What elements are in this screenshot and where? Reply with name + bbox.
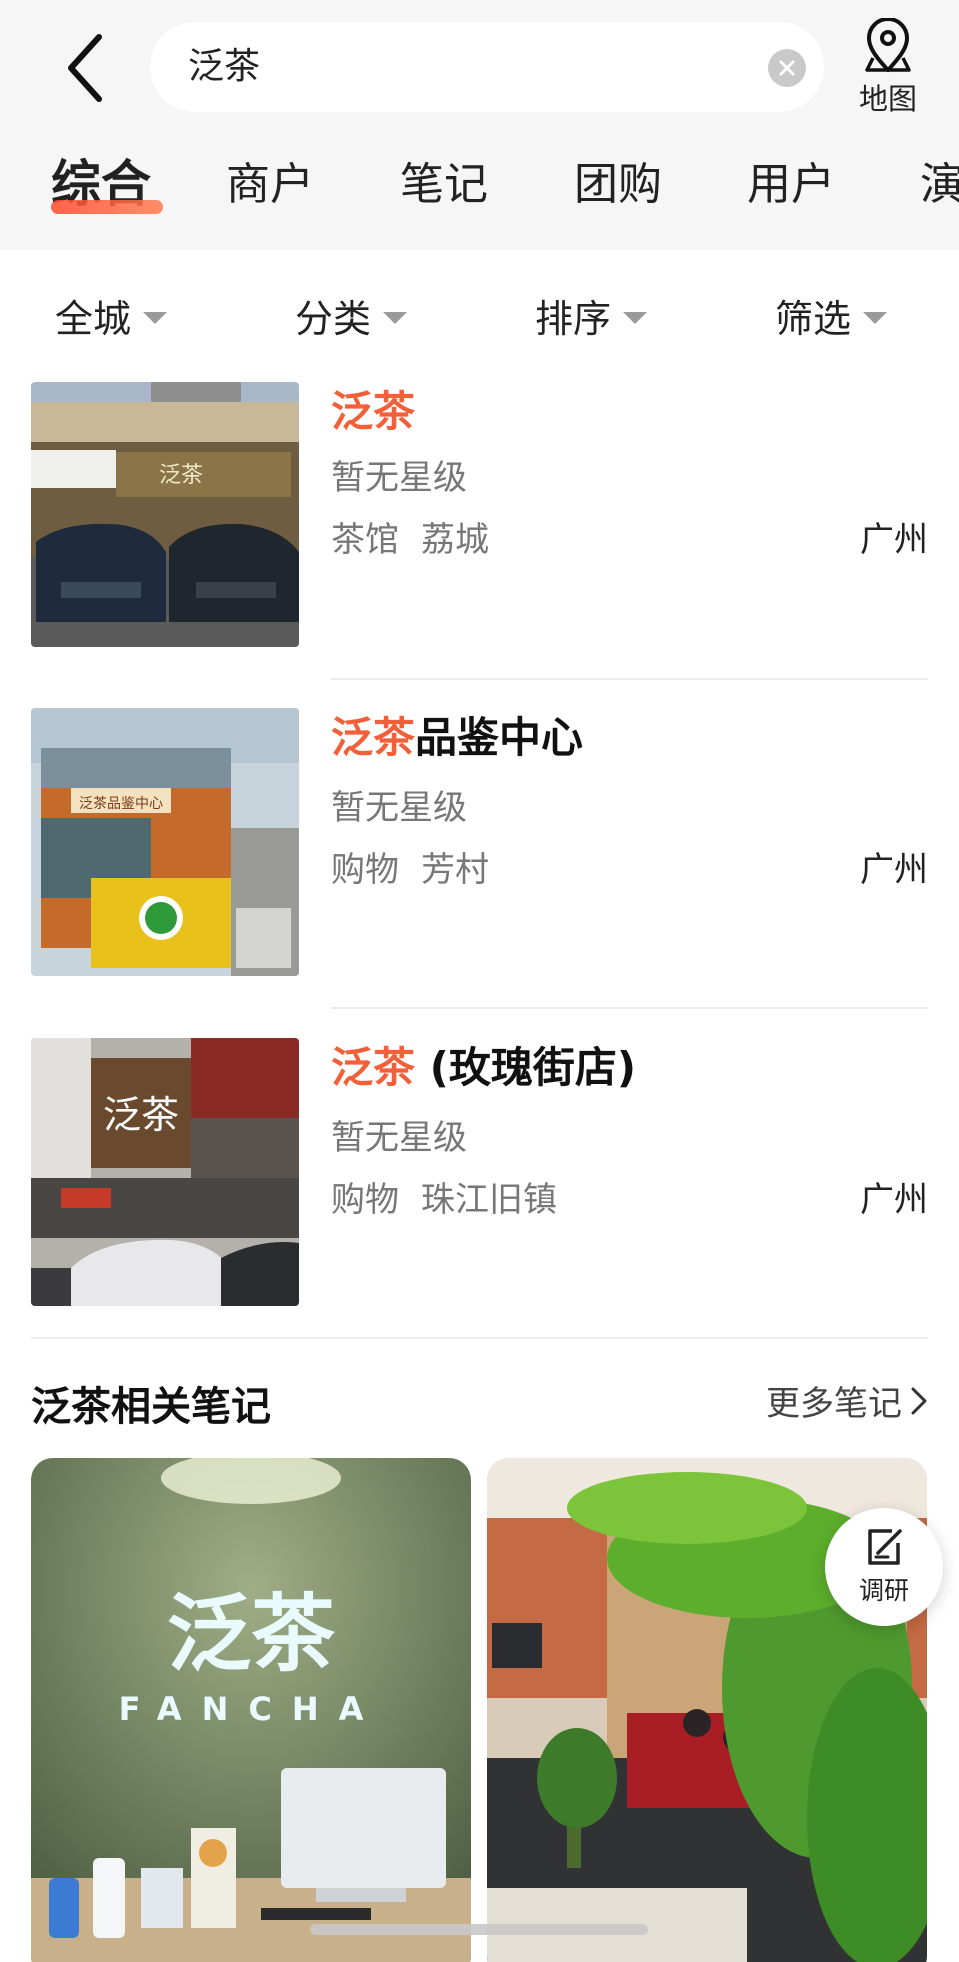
chevron-right-icon — [911, 1387, 927, 1414]
tab-users[interactable]: 用户 — [747, 148, 835, 212]
shop-area: 荔城 — [421, 520, 489, 560]
caret-down-icon — [863, 311, 888, 324]
shop-category: 购物 — [331, 850, 399, 890]
shop-item[interactable]: 泛茶品鉴中心 泛茶品鉴中心 暂无星级 购物 芳村 广州 — [0, 708, 959, 1038]
storefront-sign: 泛茶 — [159, 463, 203, 488]
storefront-sign: 泛茶品鉴中心 — [79, 796, 163, 812]
shop-category: 购物 — [331, 1180, 399, 1220]
note-card[interactable]: 泛茶 FANCHA — [31, 1458, 471, 1962]
caret-down-icon — [623, 311, 648, 324]
map-label: 地图 — [858, 82, 917, 116]
shop-name: 泛茶品鉴中心 — [331, 704, 583, 765]
shop-rating: 暂无星级 — [331, 1118, 467, 1158]
shop-name: 泛茶 — [331, 378, 415, 439]
shop-meta: 购物 珠江旧镇 — [331, 1172, 557, 1221]
filter-city[interactable]: 全城 — [55, 288, 168, 343]
section-divider — [31, 1337, 928, 1339]
list-divider — [331, 678, 928, 680]
chevron-left-icon — [68, 34, 102, 102]
shop-rating: 暂无星级 — [331, 458, 467, 498]
tab-group-buy[interactable]: 团购 — [574, 148, 662, 212]
shop-meta: 茶馆 荔城 — [331, 512, 489, 561]
shop-area: 芳村 — [421, 850, 489, 890]
storefront-sign: 泛茶 — [103, 1093, 179, 1137]
shop-meta: 购物 芳村 — [331, 842, 489, 891]
close-icon — [779, 60, 795, 76]
note-photo: 泛茶 FANCHA — [31, 1458, 471, 1962]
caret-down-icon — [143, 311, 168, 324]
shop-item[interactable]: 泛茶 泛茶 (玫瑰街店) 暂无星级 购物 珠江旧镇 广州 — [0, 1038, 959, 1368]
shop-city: 广州 — [860, 520, 928, 560]
filter-bar: 全城 分类 排序 筛选 — [0, 250, 959, 380]
shop-name: 泛茶 (玫瑰街店) — [331, 1034, 636, 1095]
list-divider — [331, 1007, 928, 1009]
shop-category: 茶馆 — [331, 520, 399, 560]
filter-sort-label: 排序 — [535, 297, 612, 341]
shop-photo: 泛茶 — [31, 1038, 299, 1306]
filter-category-label: 分类 — [295, 297, 372, 341]
back-button[interactable] — [50, 28, 120, 108]
shop-name-rest: (玫瑰街店) — [415, 1043, 637, 1092]
shop-item[interactable]: 泛茶 泛茶 暂无星级 茶馆 荔城 广州 — [0, 382, 959, 712]
shop-photo: 泛茶品鉴中心 — [31, 708, 299, 976]
note-sign-en: FANCHA — [119, 1690, 384, 1728]
shop-name-rest: 品鉴中心 — [415, 713, 584, 762]
active-tab-indicator — [51, 200, 163, 214]
filter-sort[interactable]: 排序 — [535, 288, 648, 343]
map-button[interactable]: 地图 — [838, 18, 938, 118]
filter-screen-label: 筛选 — [775, 297, 852, 341]
tab-notes[interactable]: 笔记 — [400, 148, 488, 212]
more-notes-link[interactable]: 更多笔记 — [766, 1376, 928, 1425]
search-input[interactable]: 泛茶 — [150, 22, 824, 112]
shop-city: 广州 — [860, 1180, 928, 1220]
filter-city-label: 全城 — [55, 297, 132, 341]
shop-rating: 暂无星级 — [331, 788, 467, 828]
caret-down-icon — [383, 311, 408, 324]
clear-search-button[interactable] — [768, 49, 806, 87]
shop-photo: 泛茶 — [31, 382, 299, 647]
shop-name-highlight: 泛茶 — [331, 1043, 416, 1092]
top-bar: 泛茶 地图 综合 商户 笔记 团购 用户 演 — [0, 0, 959, 250]
map-pin-icon — [865, 18, 911, 72]
survey-label: 调研 — [858, 1576, 909, 1605]
search-query: 泛茶 — [188, 46, 261, 87]
note-sign-cn: 泛茶 — [167, 1585, 336, 1683]
filter-category[interactable]: 分类 — [295, 288, 408, 343]
edit-icon — [868, 1529, 902, 1565]
search-tabs: 综合 商户 笔记 团购 用户 演 — [0, 148, 959, 228]
survey-button[interactable]: 调研 — [825, 1508, 943, 1626]
shop-area: 珠江旧镇 — [421, 1180, 557, 1220]
tab-merchants[interactable]: 商户 — [226, 148, 314, 212]
tab-shows[interactable]: 演 — [920, 148, 959, 212]
shop-name-highlight: 泛茶 — [331, 713, 416, 762]
more-notes-label: 更多笔记 — [766, 1384, 902, 1424]
shop-city: 广州 — [860, 850, 928, 890]
home-indicator[interactable] — [310, 1924, 648, 1935]
notes-section-title: 泛茶相关笔记 — [31, 1384, 271, 1430]
shop-name-highlight: 泛茶 — [331, 387, 416, 436]
filter-screen[interactable]: 筛选 — [775, 288, 888, 343]
